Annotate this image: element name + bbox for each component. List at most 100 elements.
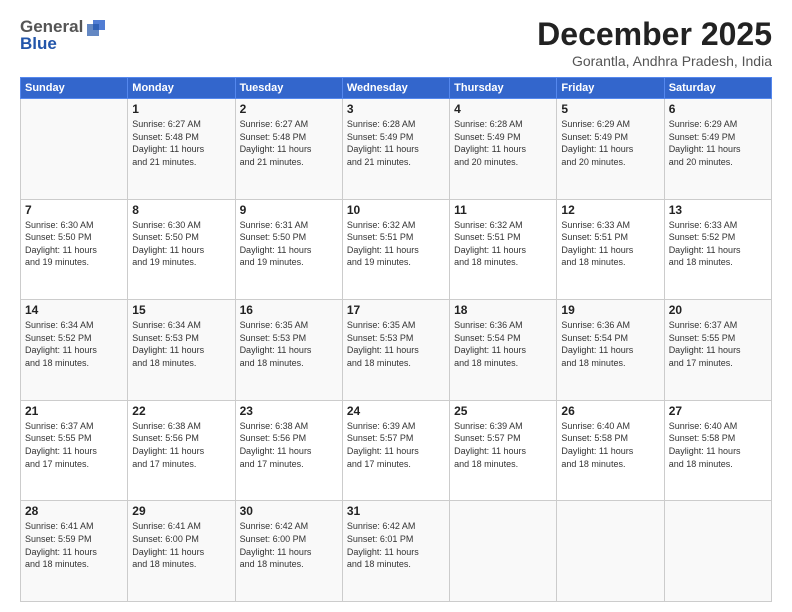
calendar-cell: 16 Sunrise: 6:35 AM Sunset: 5:53 PM Dayli…	[235, 300, 342, 401]
day-info: Sunrise: 6:31 AM Sunset: 5:50 PM Dayligh…	[240, 219, 338, 269]
day-number: 7	[25, 203, 123, 217]
day-number: 24	[347, 404, 445, 418]
calendar-cell	[450, 501, 557, 602]
calendar-cell: 18 Sunrise: 6:36 AM Sunset: 5:54 PM Dayli…	[450, 300, 557, 401]
day-info: Sunrise: 6:32 AM Sunset: 5:51 PM Dayligh…	[347, 219, 445, 269]
calendar-week-row: 1Sunrise: 6:27 AM Sunset: 5:48 PM Daylig…	[21, 99, 772, 200]
calendar-cell: 15Sunrise: 6:34 AM Sunset: 5:53 PM Dayli…	[128, 300, 235, 401]
day-number: 15	[132, 303, 230, 317]
calendar-cell	[557, 501, 664, 602]
day-info: Sunrise: 6:33 AM Sunset: 5:51 PM Dayligh…	[561, 219, 659, 269]
day-info: Sunrise: 6:35 AM Sunset: 5:53 PM Dayligh…	[347, 319, 445, 369]
calendar-cell: 13Sunrise: 6:33 AM Sunset: 5:52 PM Dayli…	[664, 199, 771, 300]
day-number: 26	[561, 404, 659, 418]
day-info: Sunrise: 6:27 AM Sunset: 5:48 PM Dayligh…	[240, 118, 338, 168]
calendar-day-header-monday: Monday	[128, 78, 235, 99]
day-info: Sunrise: 6:28 AM Sunset: 5:49 PM Dayligh…	[347, 118, 445, 168]
calendar-cell: 5 Sunrise: 6:29 AM Sunset: 5:49 PM Daylig…	[557, 99, 664, 200]
calendar-week-row: 7 Sunrise: 6:30 AM Sunset: 5:50 PM Daylig…	[21, 199, 772, 300]
calendar-day-header-friday: Friday	[557, 78, 664, 99]
logo-icon	[85, 16, 107, 38]
day-info: Sunrise: 6:29 AM Sunset: 5:49 PM Dayligh…	[669, 118, 767, 168]
day-info: Sunrise: 6:41 AM Sunset: 5:59 PM Dayligh…	[25, 520, 123, 570]
calendar-cell: 26Sunrise: 6:40 AM Sunset: 5:58 PM Dayli…	[557, 400, 664, 501]
page: General Blue December 2025 Gorantla, And…	[0, 0, 792, 612]
day-info: Sunrise: 6:30 AM Sunset: 5:50 PM Dayligh…	[25, 219, 123, 269]
calendar-cell: 28 Sunrise: 6:41 AM Sunset: 5:59 PM Dayli…	[21, 501, 128, 602]
day-info: Sunrise: 6:36 AM Sunset: 5:54 PM Dayligh…	[454, 319, 552, 369]
calendar-cell: 11 Sunrise: 6:32 AM Sunset: 5:51 PM Dayli…	[450, 199, 557, 300]
calendar-cell	[664, 501, 771, 602]
day-info: Sunrise: 6:39 AM Sunset: 5:57 PM Dayligh…	[347, 420, 445, 470]
day-info: Sunrise: 6:37 AM Sunset: 5:55 PM Dayligh…	[669, 319, 767, 369]
day-number: 27	[669, 404, 767, 418]
day-info: Sunrise: 6:32 AM Sunset: 5:51 PM Dayligh…	[454, 219, 552, 269]
calendar-cell: 1Sunrise: 6:27 AM Sunset: 5:48 PM Daylig…	[128, 99, 235, 200]
calendar-cell: 22 Sunrise: 6:38 AM Sunset: 5:56 PM Dayli…	[128, 400, 235, 501]
calendar-day-header-tuesday: Tuesday	[235, 78, 342, 99]
day-number: 9	[240, 203, 338, 217]
calendar-week-row: 21 Sunrise: 6:37 AM Sunset: 5:55 PM Dayli…	[21, 400, 772, 501]
day-info: Sunrise: 6:27 AM Sunset: 5:48 PM Dayligh…	[132, 118, 230, 168]
calendar-day-header-thursday: Thursday	[450, 78, 557, 99]
day-number: 16	[240, 303, 338, 317]
day-number: 21	[25, 404, 123, 418]
day-info: Sunrise: 6:29 AM Sunset: 5:49 PM Dayligh…	[561, 118, 659, 168]
calendar-cell: 4 Sunrise: 6:28 AM Sunset: 5:49 PM Daylig…	[450, 99, 557, 200]
calendar-day-header-sunday: Sunday	[21, 78, 128, 99]
calendar-cell: 10 Sunrise: 6:32 AM Sunset: 5:51 PM Dayli…	[342, 199, 449, 300]
day-info: Sunrise: 6:41 AM Sunset: 6:00 PM Dayligh…	[132, 520, 230, 570]
calendar-cell: 3 Sunrise: 6:28 AM Sunset: 5:49 PM Daylig…	[342, 99, 449, 200]
calendar-body: 1Sunrise: 6:27 AM Sunset: 5:48 PM Daylig…	[21, 99, 772, 602]
header: General Blue December 2025 Gorantla, And…	[20, 16, 772, 69]
day-info: Sunrise: 6:30 AM Sunset: 5:50 PM Dayligh…	[132, 219, 230, 269]
day-info: Sunrise: 6:37 AM Sunset: 5:55 PM Dayligh…	[25, 420, 123, 470]
calendar-cell: 27Sunrise: 6:40 AM Sunset: 5:58 PM Dayli…	[664, 400, 771, 501]
day-number: 19	[561, 303, 659, 317]
day-info: Sunrise: 6:28 AM Sunset: 5:49 PM Dayligh…	[454, 118, 552, 168]
day-number: 14	[25, 303, 123, 317]
day-info: Sunrise: 6:35 AM Sunset: 5:53 PM Dayligh…	[240, 319, 338, 369]
calendar-cell: 23Sunrise: 6:38 AM Sunset: 5:56 PM Dayli…	[235, 400, 342, 501]
logo: General Blue	[20, 16, 107, 54]
day-number: 10	[347, 203, 445, 217]
day-number: 23	[240, 404, 338, 418]
day-info: Sunrise: 6:36 AM Sunset: 5:54 PM Dayligh…	[561, 319, 659, 369]
calendar-cell: 25Sunrise: 6:39 AM Sunset: 5:57 PM Dayli…	[450, 400, 557, 501]
day-number: 28	[25, 504, 123, 518]
day-number: 29	[132, 504, 230, 518]
day-number: 8	[132, 203, 230, 217]
day-number: 12	[561, 203, 659, 217]
subtitle: Gorantla, Andhra Pradesh, India	[537, 53, 772, 69]
calendar-cell: 7 Sunrise: 6:30 AM Sunset: 5:50 PM Daylig…	[21, 199, 128, 300]
day-number: 5	[561, 102, 659, 116]
calendar-cell: 17 Sunrise: 6:35 AM Sunset: 5:53 PM Dayli…	[342, 300, 449, 401]
calendar-cell: 8 Sunrise: 6:30 AM Sunset: 5:50 PM Daylig…	[128, 199, 235, 300]
day-number: 20	[669, 303, 767, 317]
day-number: 11	[454, 203, 552, 217]
day-number: 6	[669, 102, 767, 116]
calendar-cell: 9 Sunrise: 6:31 AM Sunset: 5:50 PM Daylig…	[235, 199, 342, 300]
day-number: 31	[347, 504, 445, 518]
day-number: 22	[132, 404, 230, 418]
calendar-week-row: 14 Sunrise: 6:34 AM Sunset: 5:52 PM Dayli…	[21, 300, 772, 401]
day-info: Sunrise: 6:38 AM Sunset: 5:56 PM Dayligh…	[132, 420, 230, 470]
day-number: 4	[454, 102, 552, 116]
day-number: 17	[347, 303, 445, 317]
day-info: Sunrise: 6:34 AM Sunset: 5:52 PM Dayligh…	[25, 319, 123, 369]
calendar-table: SundayMondayTuesdayWednesdayThursdayFrid…	[20, 77, 772, 602]
day-info: Sunrise: 6:39 AM Sunset: 5:57 PM Dayligh…	[454, 420, 552, 470]
calendar-cell: 19 Sunrise: 6:36 AM Sunset: 5:54 PM Dayli…	[557, 300, 664, 401]
calendar-cell: 12 Sunrise: 6:33 AM Sunset: 5:51 PM Dayli…	[557, 199, 664, 300]
day-number: 18	[454, 303, 552, 317]
calendar-cell: 21 Sunrise: 6:37 AM Sunset: 5:55 PM Dayli…	[21, 400, 128, 501]
day-info: Sunrise: 6:42 AM Sunset: 6:00 PM Dayligh…	[240, 520, 338, 570]
day-number: 3	[347, 102, 445, 116]
calendar-cell: 30 Sunrise: 6:42 AM Sunset: 6:00 PM Dayli…	[235, 501, 342, 602]
calendar-cell: 6 Sunrise: 6:29 AM Sunset: 5:49 PM Daylig…	[664, 99, 771, 200]
calendar-cell	[21, 99, 128, 200]
day-number: 30	[240, 504, 338, 518]
calendar-cell: 24 Sunrise: 6:39 AM Sunset: 5:57 PM Dayli…	[342, 400, 449, 501]
day-info: Sunrise: 6:42 AM Sunset: 6:01 PM Dayligh…	[347, 520, 445, 570]
calendar-header-row: SundayMondayTuesdayWednesdayThursdayFrid…	[21, 78, 772, 99]
